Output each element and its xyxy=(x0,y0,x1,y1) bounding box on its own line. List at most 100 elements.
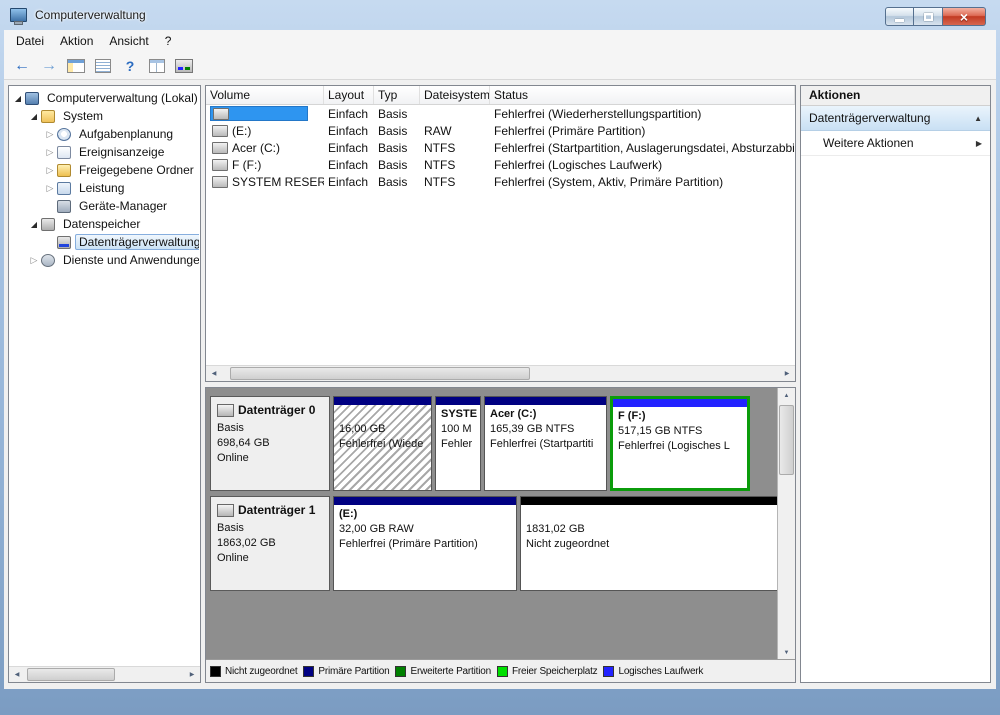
partition-title: Acer (C:) xyxy=(490,408,537,420)
tree-item-ereignisanzeige[interactable]: ▷ Ereignisanzeige xyxy=(10,143,199,161)
volume-cell xyxy=(210,106,308,121)
partition-acer-c[interactable]: Acer (C:) 165,39 GB NTFS Fehlerfrei (Start… xyxy=(484,396,607,491)
menu-item-ansicht[interactable]: Ansicht xyxy=(101,31,156,51)
shared-folders-icon xyxy=(57,163,71,177)
legend-swatch xyxy=(303,665,315,677)
scroll-left-icon[interactable]: ◀ xyxy=(9,667,25,682)
partition-title xyxy=(521,505,777,522)
partition-title: F (F:) xyxy=(618,410,646,422)
maximize-icon xyxy=(923,12,933,21)
action-weitere-aktionen[interactable]: Weitere Aktionen ▶ xyxy=(801,131,990,156)
tree-item-datentr-gerverwaltung[interactable]: Datenträgerverwaltung xyxy=(10,233,199,251)
partition-fehlerfrei-wiede[interactable]: 16,00 GB Fehlerfrei (Wiede xyxy=(333,396,432,491)
tree-item-datenspeicher[interactable]: ◢ Datenspeicher xyxy=(10,215,199,233)
tree-item-aufgabenplanung[interactable]: ▷ Aufgabenplanung xyxy=(10,125,199,143)
window-controls: × xyxy=(885,7,986,26)
partition-f-f[interactable]: F (F:) 517,15 GB NTFS Fehlerfrei (Logische… xyxy=(610,396,750,491)
disk-name: Datenträger 1 xyxy=(217,503,323,517)
expand-icon[interactable]: ▷ xyxy=(44,183,56,194)
tree-item-label: Leistung xyxy=(79,181,125,195)
partition-color-strip xyxy=(334,397,431,405)
toolbar-disk-management-view-button[interactable] xyxy=(172,55,196,77)
table-row[interactable]: Acer (C:) Einfach Basis NTFS Fehlerfrei (Sta… xyxy=(206,139,795,156)
scroll-track[interactable] xyxy=(222,366,779,381)
disk-type: Basis xyxy=(217,522,244,534)
disk-size: 698,64 GB xyxy=(217,437,270,449)
chevron-up-icon[interactable]: ▲ xyxy=(974,114,982,123)
column-header-status[interactable]: Status xyxy=(490,86,795,104)
chevron-right-icon[interactable]: ▶ xyxy=(976,139,982,148)
cell-layout: Einfach xyxy=(328,106,369,121)
toolbar-back-button[interactable]: ← xyxy=(10,55,34,77)
toolbar-views-button[interactable] xyxy=(145,55,169,77)
scroll-track[interactable] xyxy=(25,667,184,682)
toolbar-export-list-button[interactable] xyxy=(91,55,115,77)
table-row[interactable]: (E:) Einfach Basis RAW Fehlerfrei (Primäre P… xyxy=(206,122,795,139)
volume-horizontal-scrollbar[interactable]: ◀ ▶ xyxy=(206,365,795,381)
tree-item-dienste-und-anwendungen[interactable]: ▷ Dienste und Anwendungen xyxy=(10,251,199,269)
legend-swatch xyxy=(603,665,615,677)
menu-item-aktion[interactable]: Aktion xyxy=(52,31,101,51)
scroll-track[interactable] xyxy=(778,403,795,645)
client-area: Datei Aktion Ansicht? ← →? ◢ Computerverwalt… xyxy=(4,30,996,689)
scroll-up-icon[interactable]: ▲ xyxy=(778,388,795,403)
collapse-icon[interactable]: ◢ xyxy=(28,220,40,229)
tree-item-freigegebene-ordner[interactable]: ▷ Freigegebene Ordner xyxy=(10,161,199,179)
toolbar: ← →? xyxy=(4,52,996,80)
tree-item-ger-te-manager[interactable]: Geräte-Manager xyxy=(10,197,199,215)
graphical-vertical-scrollbar[interactable]: ▲ ▼ xyxy=(777,388,795,660)
partition-status: Fehlerfrei (Startpartiti xyxy=(490,438,594,450)
scroll-left-icon[interactable]: ◀ xyxy=(206,366,222,381)
toolbar-help-button[interactable]: ? xyxy=(118,55,142,77)
expand-icon[interactable]: ▷ xyxy=(44,165,56,176)
scroll-right-icon[interactable]: ▶ xyxy=(184,667,200,682)
toolbar-console-tree-button[interactable] xyxy=(64,55,88,77)
disk-management-view-icon xyxy=(175,58,193,73)
disk-info-datentr-ger-1[interactable]: Datenträger 1 Basis 1863,02 GB Online xyxy=(210,496,330,591)
partition-nicht-zugeordnet[interactable]: 1831,02 GB Nicht zugeordnet xyxy=(520,496,777,591)
tree-item-computerverwaltung-lokal[interactable]: ◢ Computerverwaltung (Lokal) xyxy=(10,89,199,107)
partition-e[interactable]: (E:) 32,00 GB RAW Fehlerfrei (Primäre Part… xyxy=(333,496,517,591)
expand-icon[interactable]: ▷ xyxy=(44,129,56,140)
title-bar[interactable]: Computerverwaltung × xyxy=(0,0,1000,30)
disk-name-text: Datenträger 1 xyxy=(238,503,316,517)
minimize-icon xyxy=(895,18,904,22)
column-header-layout[interactable]: Layout xyxy=(324,86,374,104)
cell-volume: (E:) xyxy=(206,123,324,138)
partition-size: 165,39 GB NTFS xyxy=(490,423,575,435)
action-datentr-gerverwaltung[interactable]: Datenträgerverwaltung ▲ xyxy=(801,106,990,131)
scroll-down-icon[interactable]: ▼ xyxy=(778,645,795,660)
maximize-button[interactable] xyxy=(914,7,943,26)
scroll-thumb[interactable] xyxy=(230,367,530,380)
scroll-thumb[interactable] xyxy=(27,668,115,681)
system-folder-icon xyxy=(41,109,55,123)
collapse-icon[interactable]: ◢ xyxy=(28,112,40,121)
column-header-volume[interactable]: Volume xyxy=(206,86,324,104)
column-header-dateisystem[interactable]: Dateisystem xyxy=(420,86,490,104)
table-row[interactable]: SYSTEM RESERVED Einfach Basis NTFS Fehlerfre… xyxy=(206,173,795,190)
tree-item-leistung[interactable]: ▷ Leistung xyxy=(10,179,199,197)
collapse-icon[interactable]: ◢ xyxy=(12,94,24,103)
tree-horizontal-scrollbar[interactable]: ◀ ▶ xyxy=(9,666,200,682)
scroll-right-icon[interactable]: ▶ xyxy=(779,366,795,381)
cell-layout: Einfach xyxy=(328,174,369,189)
expand-icon[interactable]: ▷ xyxy=(44,147,56,158)
scroll-thumb[interactable] xyxy=(779,405,794,475)
minimize-button[interactable] xyxy=(885,7,914,26)
legend-item-freier-speicherplatz: Freier Speicherplatz xyxy=(496,665,598,677)
menu-item-datei[interactable]: Datei xyxy=(8,31,52,51)
disk-info-datentr-ger-0[interactable]: Datenträger 0 Basis 698,64 GB Online xyxy=(210,396,330,491)
action-label: Datenträgerverwaltung xyxy=(809,111,931,125)
partition-syste[interactable]: SYSTE 100 M Fehler xyxy=(435,396,481,491)
tree-item-system[interactable]: ◢ System xyxy=(10,107,199,125)
computer-icon xyxy=(25,91,39,105)
table-row[interactable]: F (F:) Einfach Basis NTFS Fehlerfrei (Logisc… xyxy=(206,156,795,173)
expand-icon[interactable]: ▷ xyxy=(28,255,40,266)
close-button[interactable]: × xyxy=(943,7,986,26)
column-header-typ[interactable]: Typ xyxy=(374,86,420,104)
partition-title xyxy=(334,405,431,422)
toolbar-forward-button[interactable]: → xyxy=(37,55,61,77)
table-row[interactable]: Einfach Basis Fehlerfrei (Wiederherstellun… xyxy=(206,105,795,122)
partition-size: 517,15 GB NTFS xyxy=(618,425,703,437)
menu-item-item[interactable]: ? xyxy=(157,31,180,51)
